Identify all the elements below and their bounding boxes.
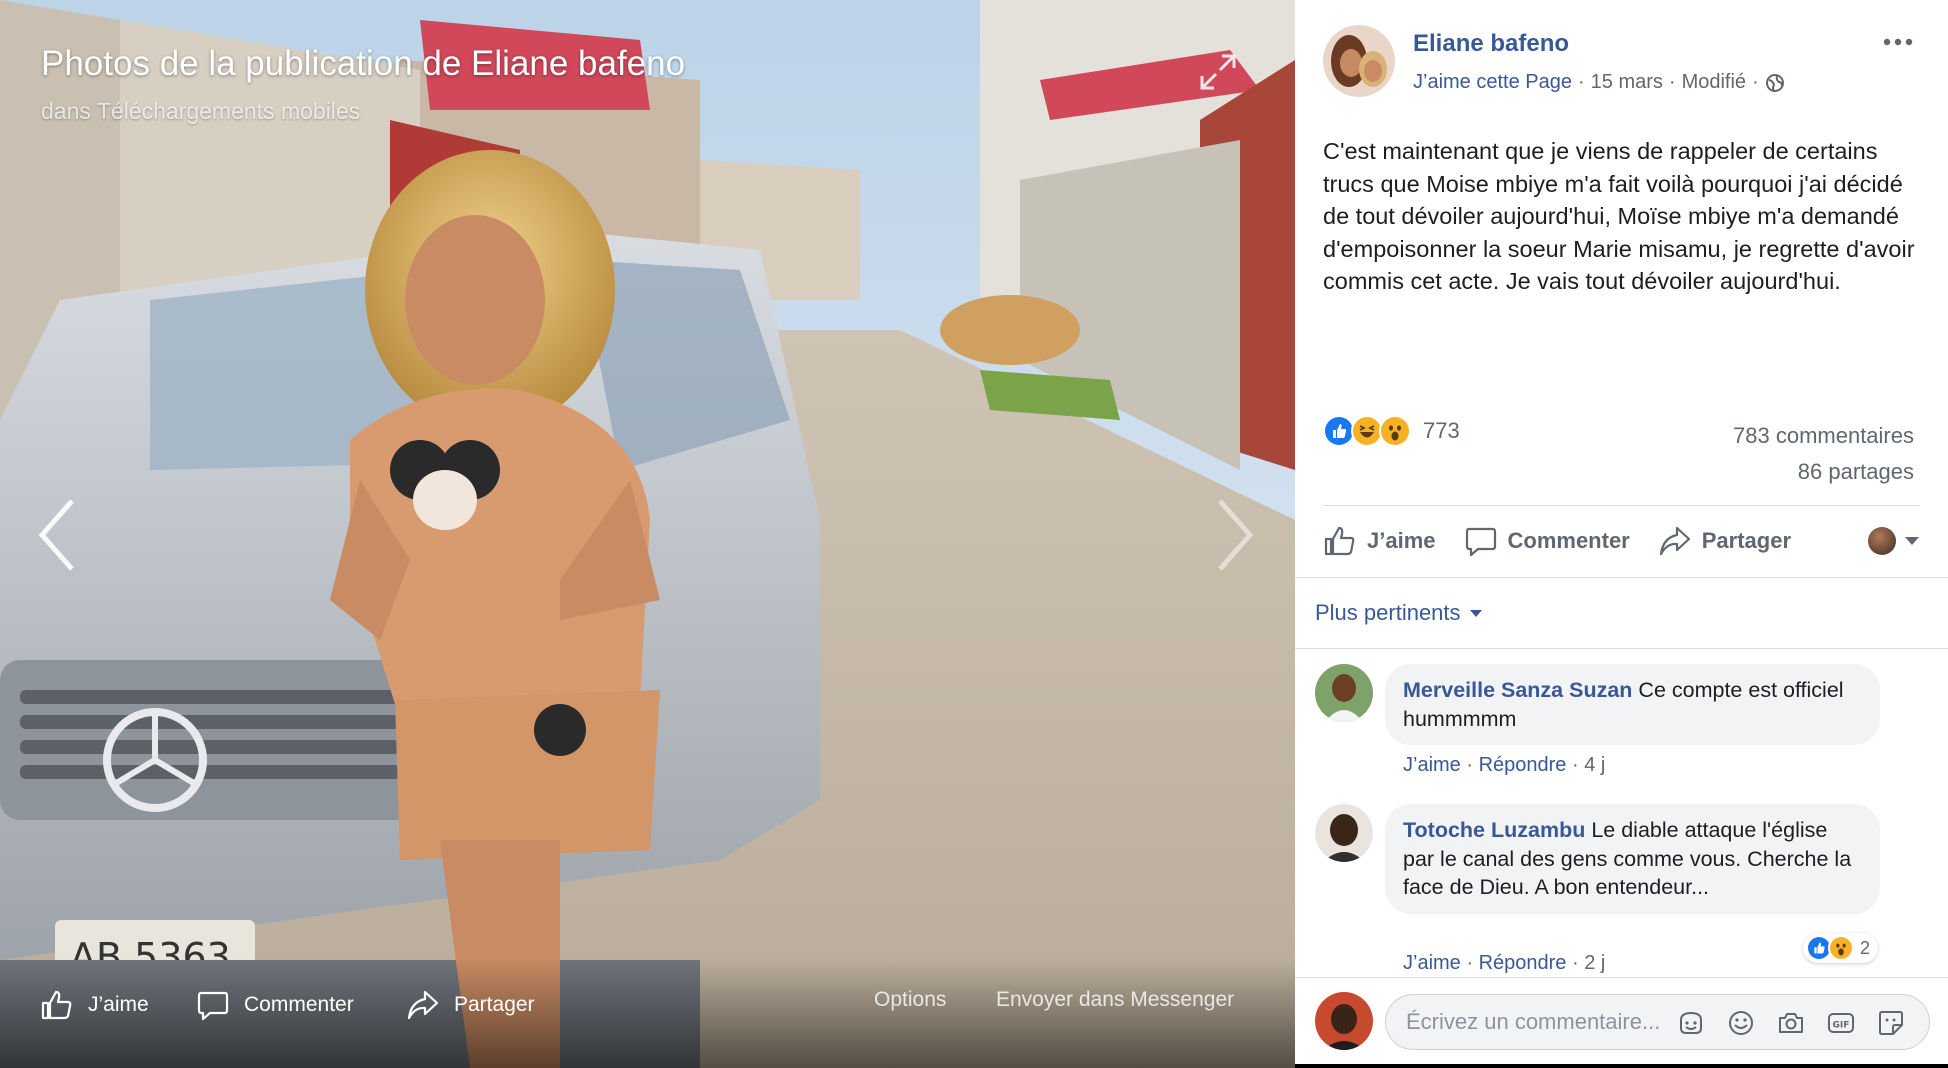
next-photo-icon[interactable]	[1210, 495, 1258, 575]
meta-separator: ·	[1752, 71, 1759, 93]
photo-action-bar	[0, 958, 1295, 1068]
photo-comment-label: Commenter	[244, 993, 354, 1016]
commenter-avatar[interactable]	[1315, 664, 1373, 722]
comment-icon	[197, 991, 229, 1021]
photo-album: dans Téléchargements mobiles	[41, 98, 360, 125]
wow-icon	[1379, 415, 1411, 447]
expand-icon[interactable]	[1198, 52, 1238, 92]
caret-down-icon	[1469, 609, 1482, 617]
photo-share-button[interactable]: Partager	[406, 988, 535, 1022]
comment-author[interactable]: Merveille Sanza Suzan	[1403, 678, 1632, 702]
post-modified[interactable]: Modifié	[1682, 71, 1746, 94]
wow-icon	[1828, 935, 1854, 961]
camera-icon[interactable]	[1776, 1008, 1806, 1038]
album-link[interactable]: Téléchargements mobiles	[97, 98, 360, 124]
album-prefix: dans	[41, 98, 91, 124]
avatar-sticker-icon[interactable]	[1676, 1008, 1706, 1038]
like-label: J’aime	[1367, 528, 1436, 553]
comment-button[interactable]: Commenter	[1464, 524, 1630, 558]
photo-title: Photos de la publication de Eliane bafen…	[41, 44, 686, 83]
comments-count-link[interactable]: 783 commentaires	[1733, 418, 1914, 454]
post-actions: J’aime Commenter Partager	[1323, 513, 1920, 569]
like-page-link[interactable]: J’aime cette Page	[1413, 71, 1572, 94]
share-icon	[407, 990, 439, 1020]
caret-down-icon	[1905, 537, 1919, 545]
current-user-avatar	[1315, 992, 1373, 1050]
post-meta: J’aime cette Page · 15 mars · Modifié ·	[1413, 71, 1785, 94]
post-date[interactable]: 15 mars	[1591, 71, 1663, 94]
send-in-messenger-button[interactable]: Envoyer dans Messenger	[996, 988, 1234, 1012]
post-text: C'est maintenant que je viens de rappele…	[1323, 138, 1915, 294]
photo-like-button[interactable]: J’aime	[40, 988, 149, 1022]
photo-comment-button[interactable]: Commenter	[196, 988, 354, 1022]
comment-item: Totoche Luzambu Le diable attaque l'égli…	[1315, 804, 1935, 974]
meta-separator: ·	[1577, 71, 1585, 93]
comment-meta: J’aime · Répondre · 4 j	[1403, 754, 1606, 776]
comment-sort-dropdown[interactable]: Plus pertinents	[1315, 600, 1483, 626]
composer-divider	[1295, 977, 1948, 978]
comment-reactions[interactable]: 2	[1803, 933, 1879, 963]
comment-meta: J’aime · Répondre · 2 j	[1403, 952, 1606, 974]
comment-sort-label: Plus pertinents	[1315, 600, 1461, 625]
thumbs-up-icon	[41, 990, 72, 1020]
previous-photo-icon[interactable]	[34, 495, 82, 575]
author-avatar-image	[1323, 25, 1395, 97]
comment-bubble: Totoche Luzambu Le diable attaque l'égli…	[1385, 804, 1880, 914]
photo-share-label: Partager	[454, 993, 535, 1016]
photo-panel: AB 5363 Photos de la publication de Elia…	[0, 0, 1295, 1068]
post-as-avatar	[1868, 527, 1896, 555]
comment-time[interactable]: 2 j	[1584, 952, 1605, 974]
author-avatar[interactable]	[1323, 25, 1395, 97]
comments-divider	[1295, 648, 1948, 649]
share-label: Partager	[1701, 528, 1792, 553]
post-as-selector[interactable]	[1868, 527, 1920, 555]
sort-divider	[1295, 577, 1948, 578]
emoji-icon[interactable]	[1726, 1008, 1756, 1038]
meta-separator: ·	[1668, 71, 1676, 93]
shares-count-link[interactable]: 86 partages	[1733, 454, 1914, 490]
share-icon	[1659, 526, 1690, 556]
comment-bubble: Merveille Sanza Suzan Ce compte est offi…	[1385, 664, 1880, 745]
thumbs-up-icon	[1324, 526, 1355, 556]
comment-reaction-count: 2	[1860, 937, 1871, 958]
photo-viewer: AB 5363 Photos de la publication de Elia…	[0, 0, 1948, 1068]
actions-divider	[1323, 505, 1920, 506]
post-details-panel: Eliane bafeno J’aime cette Page · 15 mar…	[1295, 0, 1948, 1064]
reaction-count: 773	[1423, 418, 1460, 443]
share-button[interactable]: Partager	[1658, 524, 1791, 558]
engagement-counts: 783 commentaires 86 partages	[1733, 418, 1914, 490]
commenter-avatar-image	[1315, 664, 1373, 722]
photo-options-button[interactable]: Options	[874, 988, 946, 1012]
comment-icon	[1465, 527, 1496, 557]
comment-item: Merveille Sanza Suzan Ce compte est offi…	[1315, 664, 1935, 794]
sticker-icon[interactable]	[1876, 1008, 1906, 1038]
reactions-summary[interactable]: 773	[1323, 415, 1460, 447]
comment-label: Commenter	[1507, 528, 1630, 553]
gif-icon[interactable]: GIF	[1826, 1008, 1856, 1038]
post-photo[interactable]: AB 5363	[0, 0, 1295, 1068]
comment-input-box[interactable]: GIF	[1385, 994, 1930, 1050]
comment-like-link[interactable]: J’aime	[1403, 754, 1461, 776]
globe-icon[interactable]	[1765, 73, 1785, 93]
more-options-icon[interactable]	[1880, 32, 1916, 52]
comment-input[interactable]	[1406, 1005, 1666, 1039]
commenter-avatar[interactable]	[1315, 804, 1373, 862]
comment-composer: GIF	[1315, 990, 1935, 1052]
comment-reply-link[interactable]: Répondre	[1479, 754, 1567, 776]
photo-like-label: J’aime	[88, 993, 149, 1016]
comment-author[interactable]: Totoche Luzambu	[1403, 818, 1585, 842]
commenter-avatar-image	[1315, 804, 1373, 862]
svg-text:GIF: GIF	[1833, 1021, 1850, 1031]
current-user-avatar-image	[1315, 992, 1373, 1050]
comment-like-link[interactable]: J’aime	[1403, 952, 1461, 974]
comment-time[interactable]: 4 j	[1584, 754, 1605, 776]
comment-reply-link[interactable]: Répondre	[1479, 952, 1567, 974]
post-author-name[interactable]: Eliane bafeno	[1413, 30, 1569, 58]
like-button[interactable]: J’aime	[1323, 524, 1436, 558]
